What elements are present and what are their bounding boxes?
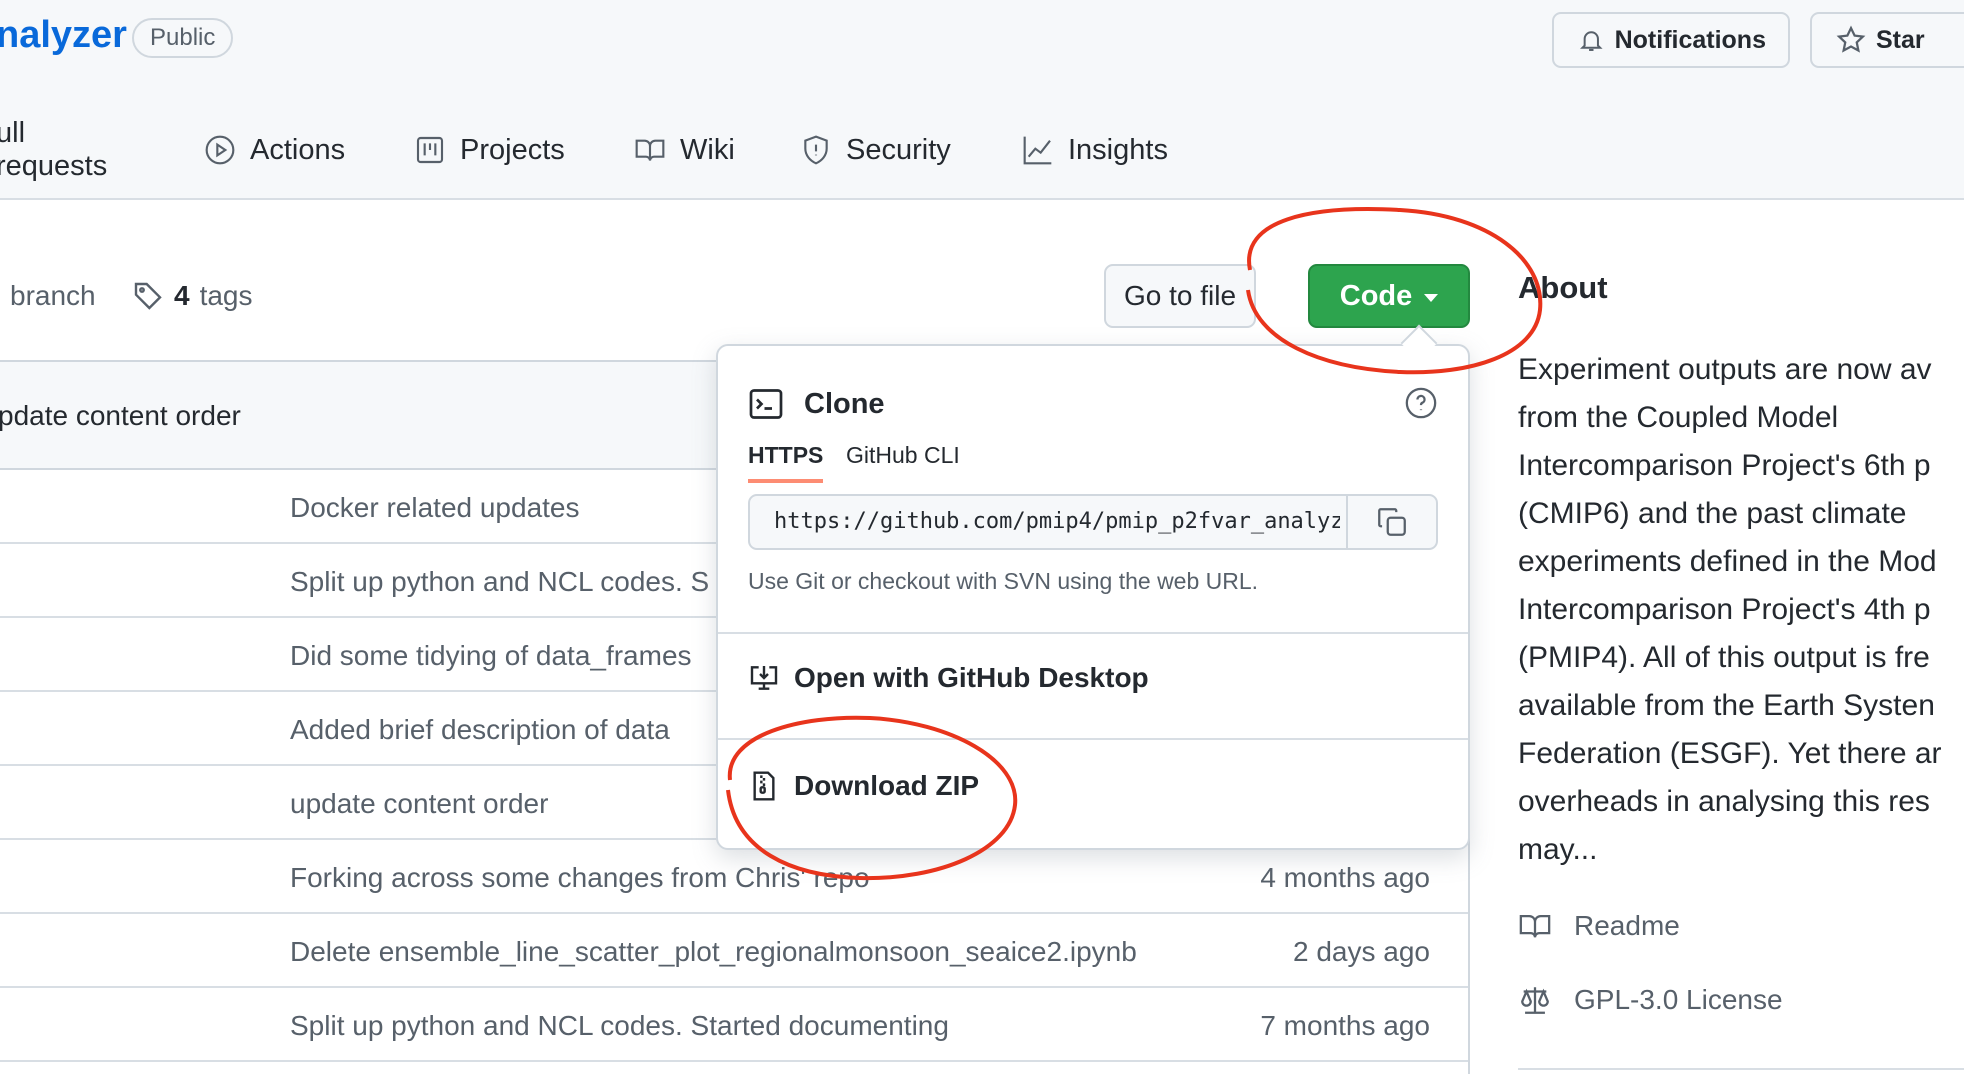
tab-insights-label: Insights (1068, 133, 1168, 166)
shield-icon (804, 135, 828, 165)
branch-label: branch (10, 280, 96, 311)
about-line: (PMIP4). All of this output is fre (1518, 641, 1930, 674)
branch-count-link[interactable]: branch (10, 276, 96, 316)
open-github-desktop-button[interactable]: Open with GitHub Desktop (748, 662, 1149, 694)
tab-github-cli[interactable]: GitHub CLI (846, 442, 960, 469)
book-icon (635, 139, 665, 161)
divider (718, 738, 1468, 740)
license-link[interactable]: GPL-3.0 License (1518, 980, 1783, 1020)
clone-title: Clone (804, 387, 885, 420)
star-label: Star (1876, 25, 1925, 54)
copy-url-button[interactable] (1346, 496, 1436, 548)
about-line: Intercomparison Project's 6th p (1518, 449, 1931, 482)
about-line: (CMIP6) and the past climate (1518, 497, 1907, 530)
tab-projects[interactable]: Projects (414, 126, 565, 174)
commit-message[interactable]: Delete ensemble_line_scatter_plot_region… (290, 936, 1137, 968)
commit-age: 2 days ago (1293, 936, 1430, 967)
play-icon (205, 135, 235, 165)
about-line: Federation (ESGF). Yet there ar (1518, 737, 1942, 770)
notifications-label: Notifications (1614, 25, 1766, 54)
commit-age: 7 months ago (1260, 1010, 1430, 1041)
book-icon (1519, 914, 1551, 938)
commit-message[interactable]: Forking across some changes from Chris' … (290, 862, 870, 894)
about-line: available from the Earth Systen (1518, 689, 1935, 722)
file-zip-icon (753, 771, 775, 801)
bell-icon (1580, 31, 1603, 51)
visibility-badge: Public (132, 18, 234, 58)
graph-icon (1023, 136, 1052, 165)
divider (718, 632, 1468, 634)
about-line: overheads in analysing this res (1518, 785, 1930, 818)
star-button[interactable]: Star (1810, 12, 1964, 68)
sidebar-divider (1518, 1068, 1964, 1070)
commit-message[interactable]: Split up python and NCL codes. S (290, 566, 709, 598)
table-row: Delete ensemble_line_scatter_plot_region… (0, 914, 1468, 988)
commit-message[interactable]: update content order (290, 788, 548, 820)
clone-url-field[interactable]: https://github.com/pmip4/pmip_p2fvar_ana… (748, 494, 1438, 550)
tab-wiki[interactable]: Wiki (634, 126, 735, 174)
go-to-file-button[interactable]: Go to file (1104, 264, 1256, 328)
about-line: Intercomparison Project's 4th p (1518, 593, 1931, 626)
tags-link[interactable]: 4 tags (132, 276, 253, 316)
commit-message[interactable]: Split up python and NCL codes. Started d… (290, 1010, 949, 1042)
tab-https[interactable]: HTTPS (748, 442, 824, 483)
desktop-download-icon (750, 666, 778, 690)
notifications-button[interactable]: Notifications (1552, 12, 1790, 68)
code-button-label: Code (1339, 279, 1413, 312)
about-line: may... (1518, 833, 1598, 866)
license-label: GPL-3.0 License (1574, 984, 1783, 1015)
commit-message[interactable]: Did some tidying of data_frames (290, 640, 692, 672)
table-row: Forking across some changes from Chris' … (0, 840, 1468, 914)
commit-message[interactable]: Added brief description of data (290, 714, 670, 746)
code-button[interactable]: Code (1308, 264, 1470, 328)
tab-security-label: Security (846, 133, 951, 166)
readme-link[interactable]: Readme (1518, 906, 1680, 946)
about-description: Experiment outputs are now av from the C… (1518, 346, 1964, 874)
latest-commit-message[interactable]: pdate content order (0, 400, 241, 432)
star-icon (1836, 25, 1866, 53)
commit-message[interactable]: Docker related updates (290, 492, 580, 524)
download-zip-label: Download ZIP (794, 770, 980, 801)
tab-pull-requests-label: ull requests (0, 117, 108, 182)
question-icon[interactable] (1404, 386, 1438, 420)
tags-word: tags (199, 280, 253, 311)
open-desktop-label: Open with GitHub Desktop (794, 662, 1149, 693)
clone-heading: Clone (748, 386, 885, 422)
tab-insights[interactable]: Insights (1022, 126, 1168, 174)
copy-icon (1378, 508, 1406, 536)
download-zip-button[interactable]: Download ZIP (748, 770, 979, 802)
code-dropdown-menu: Clone HTTPS GitHub CLI https://github.co… (716, 344, 1470, 850)
about-line: from the Coupled Model (1518, 401, 1839, 434)
repo-name-link[interactable]: nalyzer (0, 14, 127, 57)
table-row: Split up python and NCL codes. Started d… (0, 988, 1468, 1062)
repo-header: nalyzer Public Notifications Star ull re… (0, 0, 1964, 200)
tags-count: 4 (174, 280, 190, 311)
project-icon (416, 136, 444, 164)
tab-security[interactable]: Security (800, 126, 951, 174)
law-scale-icon (1521, 987, 1549, 1014)
terminal-icon (749, 389, 783, 419)
tag-icon (134, 282, 162, 310)
readme-label: Readme (1574, 910, 1680, 941)
about-line: experiments defined in the Mod (1518, 545, 1937, 578)
clone-hint: Use Git or checkout with SVN using the w… (748, 568, 1259, 594)
tab-actions[interactable]: Actions (204, 126, 345, 174)
tab-actions-label: Actions (250, 133, 346, 166)
tab-wiki-label: Wiki (680, 133, 735, 166)
clone-url-text[interactable]: https://github.com/pmip4/pmip_p2fvar_ana… (774, 509, 1340, 534)
tab-pull-requests[interactable]: ull requests (0, 117, 107, 182)
tab-projects-label: Projects (460, 133, 565, 166)
about-heading: About (1518, 270, 1608, 305)
chevron-down-icon (1424, 294, 1439, 302)
about-line: Experiment outputs are now av (1518, 353, 1932, 386)
commit-age: 4 months ago (1260, 862, 1430, 893)
